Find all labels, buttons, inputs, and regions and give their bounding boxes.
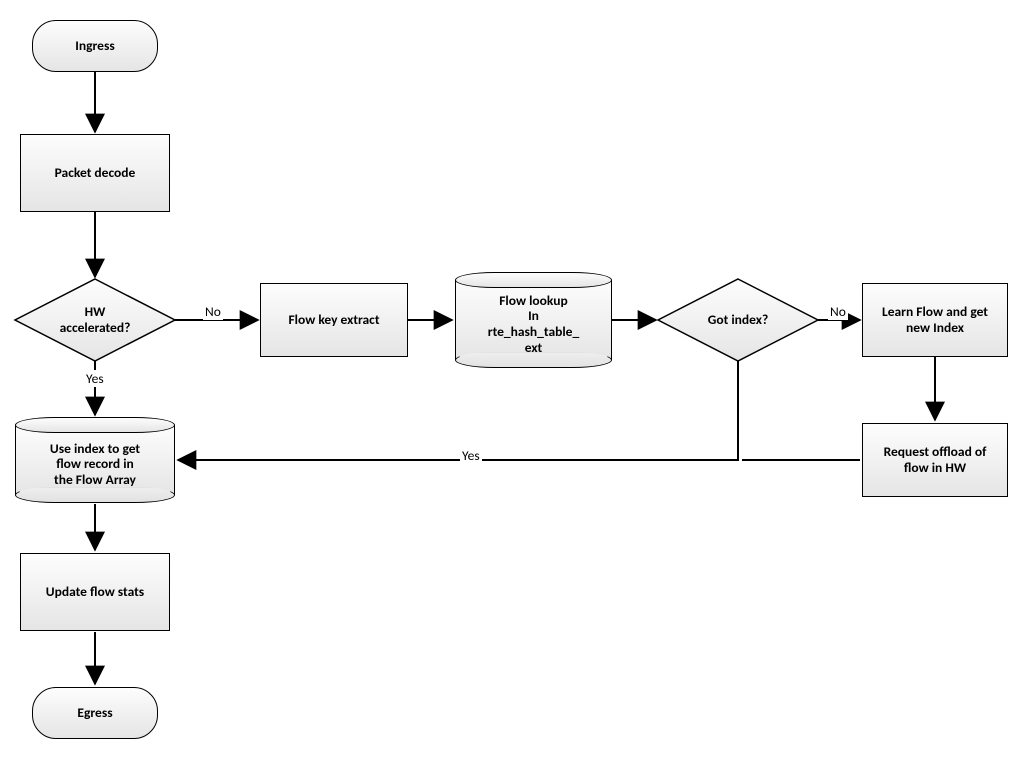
wires-layer bbox=[0, 0, 1024, 771]
datastore-flow-lookup: Flow lookup In rte_hash_table_ ext bbox=[455, 272, 612, 368]
decision-hw-accelerated-label: HW accelerated? bbox=[60, 304, 131, 335]
process-learn-flow: Learn Flow and get new Index bbox=[862, 283, 1008, 357]
flowchart-canvas: Ingress Packet decode HW accelerated? Fl… bbox=[0, 0, 1024, 771]
edge-label-hw-yes: Yes bbox=[84, 370, 106, 387]
process-packet-decode-label: Packet decode bbox=[55, 165, 136, 181]
process-packet-decode: Packet decode bbox=[20, 134, 170, 212]
terminator-egress-label: Egress bbox=[77, 705, 112, 721]
process-flow-key-extract-label: Flow key extract bbox=[288, 312, 379, 328]
decision-got-index: Got index? bbox=[688, 308, 788, 332]
process-update-flow-stats-label: Update flow stats bbox=[46, 584, 144, 600]
process-update-flow-stats: Update flow stats bbox=[20, 553, 170, 631]
terminator-ingress: Ingress bbox=[32, 20, 158, 72]
process-flow-key-extract: Flow key extract bbox=[260, 283, 408, 357]
process-learn-flow-label: Learn Flow and get new Index bbox=[882, 304, 988, 335]
decision-hw-accelerated: HW accelerated? bbox=[35, 296, 155, 344]
terminator-egress: Egress bbox=[32, 687, 158, 739]
edge-label-hw-no: No bbox=[203, 303, 223, 320]
datastore-flow-lookup-label: Flow lookup In rte_hash_table_ ext bbox=[455, 280, 612, 368]
process-request-offload-label: Request offload of flow in HW bbox=[884, 444, 987, 475]
edge-label-gotindex-no: No bbox=[828, 303, 848, 320]
terminator-ingress-label: Ingress bbox=[75, 38, 114, 54]
datastore-use-index-label: Use index to get flow record in the Flow… bbox=[15, 425, 175, 503]
process-request-offload: Request offload of flow in HW bbox=[862, 423, 1008, 497]
datastore-use-index: Use index to get flow record in the Flow… bbox=[15, 417, 175, 503]
decision-got-index-label: Got index? bbox=[708, 312, 768, 328]
edge-label-gotindex-yes: Yes bbox=[460, 447, 482, 464]
